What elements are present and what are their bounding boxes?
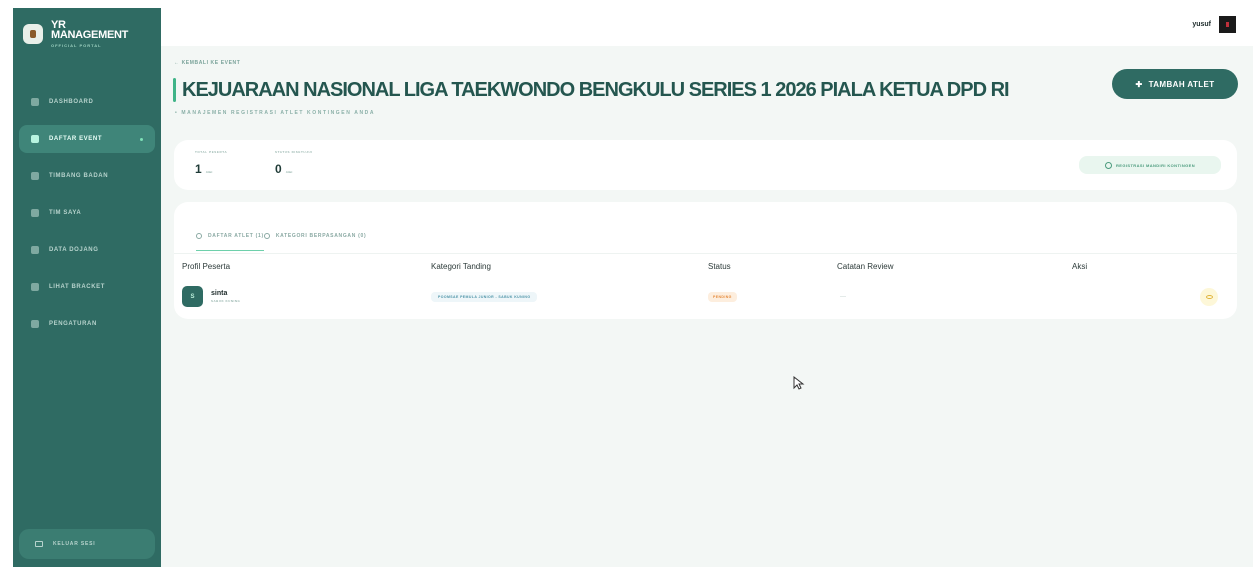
sidebar-item-tim-saya[interactable]: TIM SAYA [19, 199, 155, 227]
review-note-cell: — [840, 283, 846, 310]
building-icon [31, 246, 39, 254]
tab-label: KATEGORI BERPASANGAN (0) [275, 233, 367, 239]
tab-divider [174, 253, 1237, 254]
status-badge: PENDING [708, 291, 737, 302]
user-menu[interactable]: yusuf [1192, 16, 1236, 33]
user-plus-icon: ✚ [1135, 79, 1143, 89]
sidebar-item-label: LIHAT BRACKET [49, 284, 106, 290]
stat-number: 1 [195, 162, 202, 176]
bracket-icon [31, 283, 39, 291]
add-athlete-button[interactable]: ✚ TAMBAH ATLET [1112, 69, 1238, 99]
participant-avatar: S [182, 286, 203, 307]
sidebar: YR MANAGEMENT OFFICIAL PORTAL DASHBOARD … [13, 8, 161, 567]
column-header: Aksi [1072, 262, 1088, 271]
brand-subtitle: OFFICIAL PORTAL [51, 43, 102, 48]
username: yusuf [1192, 21, 1211, 28]
back-label: KEMBALI KE EVENT [181, 60, 241, 66]
calendar-icon [31, 135, 39, 143]
column-header: Status [708, 262, 731, 271]
add-athlete-label: TAMBAH ATLET [1148, 79, 1215, 89]
tab-kategori-berpasangan[interactable]: KATEGORI BERPASANGAN (0) [263, 233, 367, 251]
category-badge: POOMSAE PEMULA JUNIOR - SABUK KUNING [431, 291, 538, 302]
stat-total-participants: TOTAL PESERTA 1 Atlet [195, 150, 227, 176]
sidebar-item-label: PENGATURAN [49, 321, 97, 327]
sidebar-item-label: DAFTAR EVENT [49, 136, 103, 142]
participant-belt: SABUK KUNING [211, 299, 241, 303]
sidebar-nav: DASHBOARD DAFTAR EVENT TIMBANG BADAN TIM… [19, 88, 155, 347]
page-subtitle-text: MANAJEMEN REGISTRASI ATLET KONTINGEN AND… [181, 110, 376, 116]
home-icon [31, 98, 39, 106]
page-subtitle: • MANAJEMEN REGISTRASI ATLET KONTINGEN A… [175, 110, 376, 116]
logout-label: KELUAR SESI [53, 541, 96, 547]
stat-label: STATUS DISETUJUI [275, 150, 313, 154]
sidebar-item-label: TIMBANG BADAN [49, 173, 109, 179]
sidebar-item-lihat-bracket[interactable]: LIHAT BRACKET [19, 273, 155, 301]
stat-unit: Atlet [205, 170, 213, 174]
status-cell: PENDING [708, 283, 737, 310]
sidebar-item-timbang-badan[interactable]: TIMBANG BADAN [19, 162, 155, 190]
brand-title-line2: MANAGEMENT [51, 29, 129, 41]
self-registration-label: REGISTRASI MANDIRI KONTINGEN [1116, 162, 1195, 168]
page-heading: KEJUARAAN NASIONAL LIGA TAEKWONDO BENGKU… [173, 78, 1010, 102]
participant-name: sinta [211, 290, 228, 297]
sidebar-item-pengaturan[interactable]: PENGATURAN [19, 310, 155, 338]
tab-daftar-atlet[interactable]: DAFTAR ATLET (1) [196, 233, 264, 251]
athlete-table-card: DAFTAR ATLET (1) KATEGORI BERPASANGAN (0… [174, 202, 1237, 319]
stats-card: TOTAL PESERTA 1 Atlet STATUS DISETUJUI 0… [174, 140, 1237, 190]
brand: YR MANAGEMENT OFFICIAL PORTAL [23, 20, 128, 48]
table-header: Profil Peserta Kategori Tanding Status C… [174, 262, 1237, 280]
mouse-cursor-icon [793, 376, 805, 390]
category-cell: POOMSAE PEMULA JUNIOR - SABUK KUNING [431, 283, 538, 310]
tab-label: DAFTAR ATLET (1) [208, 233, 264, 239]
action-cell [1200, 283, 1218, 310]
view-button[interactable] [1200, 287, 1218, 306]
self-registration-button[interactable]: REGISTRASI MANDIRI KONTINGEN [1079, 156, 1221, 174]
users-icon [263, 233, 270, 239]
review-note: — [840, 293, 846, 300]
gear-icon [31, 320, 39, 328]
column-header: Catatan Review [837, 262, 894, 271]
user-icon [196, 233, 202, 239]
title-accent-bar [173, 78, 176, 102]
column-header: Kategori Tanding [431, 262, 491, 271]
stat-value: 0 Atlet [275, 162, 313, 176]
brand-logo-icon [23, 24, 43, 44]
back-link[interactable]: ← KEMBALI KE EVENT [174, 60, 240, 66]
stat-label: TOTAL PESERTA [195, 150, 228, 154]
sidebar-item-label: DASHBOARD [49, 99, 94, 105]
active-indicator-dot [140, 137, 143, 141]
sidebar-item-dashboard[interactable]: DASHBOARD [19, 88, 155, 116]
main-content: yusuf ← KEMBALI KE EVENT KEJUARAAN NASIO… [161, 8, 1253, 567]
eye-icon [1205, 294, 1213, 299]
clock-icon [1105, 161, 1112, 169]
tab-bar: DAFTAR ATLET (1) KATEGORI BERPASANGAN (0… [196, 233, 366, 251]
sidebar-item-label: TIM SAYA [49, 210, 82, 216]
sidebar-item-data-dojang[interactable]: DATA DOJANG [19, 236, 155, 264]
avatar[interactable] [1219, 16, 1236, 33]
table-row: S sinta SABUK KUNING POOMSAE PEMULA JUNI… [174, 283, 1237, 310]
stat-number: 0 [275, 162, 282, 176]
top-bar: yusuf [161, 8, 1253, 46]
scale-icon [31, 172, 39, 180]
logout-button[interactable]: KELUAR SESI [19, 529, 155, 559]
sidebar-item-label: DATA DOJANG [49, 247, 99, 253]
stat-approved: STATUS DISETUJUI 0 Atlet [275, 150, 313, 176]
participant-profile: S sinta SABUK KUNING [182, 283, 240, 310]
stat-value: 1 Atlet [195, 162, 227, 176]
logout-icon [35, 541, 43, 547]
stat-unit: Atlet [285, 170, 293, 174]
column-header: Profil Peserta [182, 262, 231, 271]
sidebar-item-daftar-event[interactable]: DAFTAR EVENT [19, 125, 155, 153]
page-title: KEJUARAAN NASIONAL LIGA TAEKWONDO BENGKU… [182, 78, 1010, 101]
users-icon [31, 209, 39, 217]
